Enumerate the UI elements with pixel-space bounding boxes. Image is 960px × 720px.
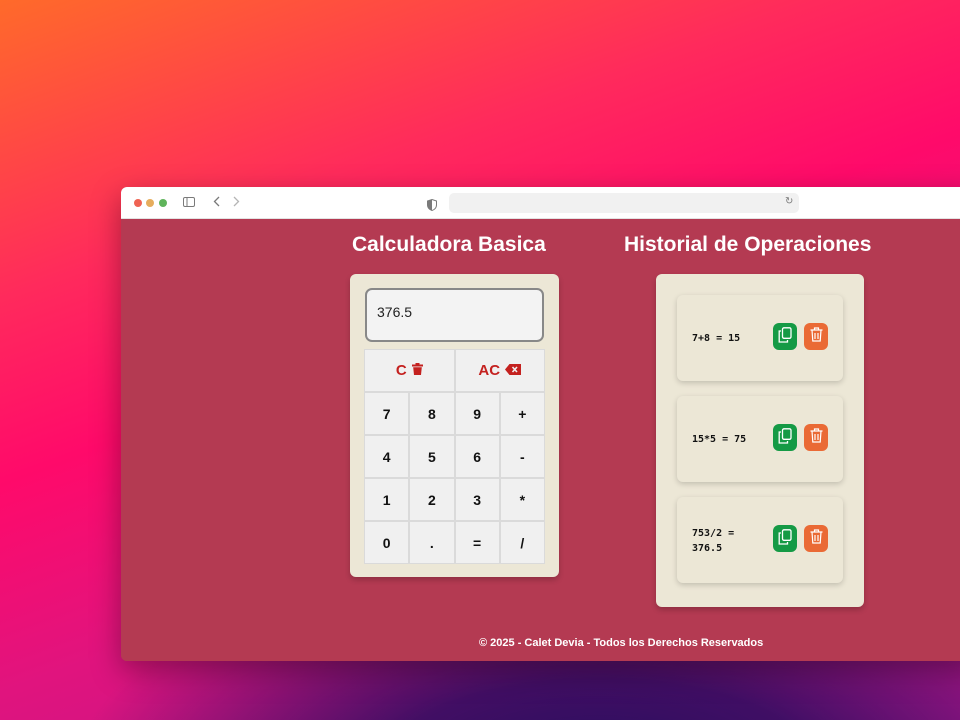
key-9[interactable]: 9: [454, 392, 500, 435]
key-7[interactable]: 7: [364, 392, 410, 435]
trash-icon: [810, 327, 823, 346]
key-minus[interactable]: -: [499, 435, 545, 478]
clear-button[interactable]: C: [364, 349, 455, 392]
history-item: 753/2 = 376.5: [677, 497, 843, 583]
history-item: 7+8 = 15: [677, 295, 843, 381]
calculator-title: Calculadora Basica: [352, 233, 546, 256]
key-divide[interactable]: /: [499, 521, 545, 564]
browser-toolbar: ↻: [121, 187, 960, 219]
history-title: Historial de Operaciones: [624, 233, 872, 256]
history-item-text: 7+8 = 15: [692, 333, 741, 344]
copy-button[interactable]: [773, 525, 797, 552]
keypad-row: 1 2 3 *: [364, 478, 545, 521]
key-2[interactable]: 2: [409, 478, 455, 521]
keypad-row-clear: C AC: [364, 349, 545, 392]
trash-icon: [810, 428, 823, 447]
copy-icon: [778, 326, 792, 347]
key-decimal[interactable]: .: [409, 521, 455, 564]
keypad: C AC 7 8 9 + 4 5 6 - 1 2 3 * 0 . = /: [364, 349, 545, 564]
keypad-row: 7 8 9 +: [364, 392, 545, 435]
calculator-card: 376.5 C AC 7 8 9 + 4 5 6 - 1 2 3 * 0 . =…: [350, 274, 559, 577]
trash-icon: [810, 529, 823, 548]
key-5[interactable]: 5: [409, 435, 455, 478]
key-3[interactable]: 3: [454, 478, 500, 521]
backspace-icon: [505, 362, 522, 379]
copy-button[interactable]: [773, 323, 797, 350]
close-window-button[interactable]: [134, 199, 142, 207]
history-card: 7+8 = 15 15*5 = 75 753/2 = 376.5: [656, 274, 864, 607]
zoom-window-button[interactable]: [159, 199, 167, 207]
trash-icon: [411, 362, 423, 379]
clear-label: C: [395, 362, 407, 379]
address-bar[interactable]: [449, 193, 799, 213]
key-4[interactable]: 4: [364, 435, 410, 478]
key-0[interactable]: 0: [364, 521, 410, 564]
history-item-text: 15*5 = 75: [692, 434, 747, 445]
delete-button[interactable]: [804, 525, 828, 552]
back-icon[interactable]: [213, 196, 220, 210]
keypad-row: 0 . = /: [364, 521, 545, 564]
calculator-display[interactable]: 376.5: [365, 288, 544, 342]
reload-icon[interactable]: ↻: [785, 196, 793, 207]
keypad-row: 4 5 6 -: [364, 435, 545, 478]
sidebar-icon[interactable]: [183, 196, 195, 210]
minimize-window-button[interactable]: [146, 199, 154, 207]
key-plus[interactable]: +: [499, 392, 545, 435]
page-footer: © 2025 - Calet Devia - Todos los Derecho…: [479, 637, 764, 649]
forward-icon[interactable]: [233, 196, 240, 210]
copy-icon: [778, 528, 792, 549]
copy-button[interactable]: [773, 424, 797, 451]
key-1[interactable]: 1: [364, 478, 410, 521]
delete-button[interactable]: [804, 323, 828, 350]
key-6[interactable]: 6: [454, 435, 500, 478]
copy-icon: [778, 427, 792, 448]
all-clear-label: AC: [478, 362, 501, 379]
key-multiply[interactable]: *: [499, 478, 545, 521]
shield-icon: [427, 196, 437, 212]
history-item: 15*5 = 75: [677, 396, 843, 482]
all-clear-button[interactable]: AC: [454, 349, 545, 392]
key-8[interactable]: 8: [409, 392, 455, 435]
page-content: Calculadora Basica Historial de Operacio…: [121, 219, 960, 661]
key-equals[interactable]: =: [454, 521, 500, 564]
history-item-text: 753/2 = 376.5: [692, 528, 735, 554]
browser-window: ↻ Calculadora Basica Historial de Operac…: [121, 187, 960, 661]
delete-button[interactable]: [804, 424, 828, 451]
